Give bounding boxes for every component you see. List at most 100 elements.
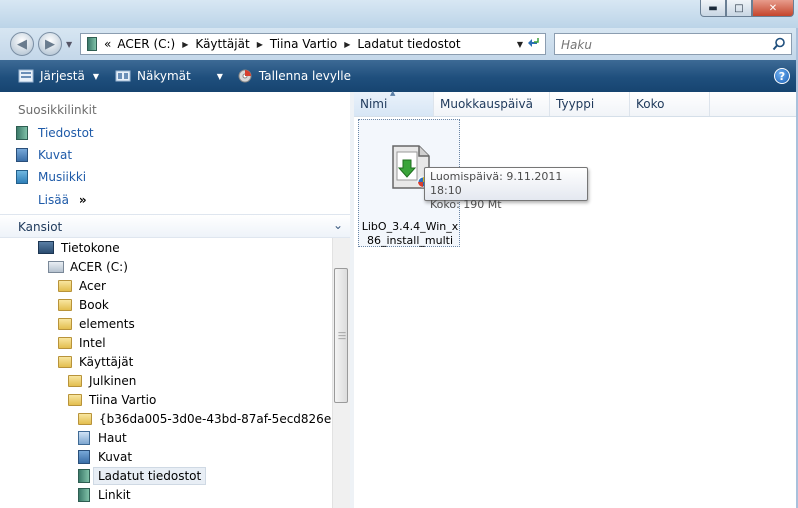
folder-icon: [58, 317, 72, 330]
sort-ascending-icon: ▲: [390, 89, 396, 97]
breadcrumb-separator-icon[interactable]: ▶: [178, 40, 192, 49]
tree-item-elements[interactable]: elements: [58, 314, 135, 333]
command-bar: Järjestä ▼ Näkymät ▼ Tallenna levylle ?: [0, 60, 798, 92]
tree-item-acer-drive[interactable]: ACER (C:): [48, 257, 128, 276]
address-dropdown-icon[interactable]: ▼: [517, 40, 523, 49]
tree-item-label: elements: [79, 316, 135, 331]
breadcrumb-acer[interactable]: ACER (C:): [114, 37, 178, 51]
help-icon[interactable]: ?: [774, 68, 790, 84]
chevron-down-icon: ▼: [92, 71, 100, 81]
column-name-label: Nimi: [360, 97, 388, 111]
breadcrumb-tiina-vartio[interactable]: Tiina Vartio: [267, 37, 340, 51]
favorite-documents[interactable]: Tiedostot: [16, 126, 94, 140]
column-date-modified[interactable]: Muokkauspäivä: [434, 92, 550, 116]
tooltip-size: Koko: 190 Mt: [430, 198, 502, 211]
forward-button[interactable]: ▶: [38, 32, 62, 56]
pictures-icon: [78, 449, 90, 464]
folder-icon: [78, 412, 92, 425]
breadcrumb-ladatut-tiedostot[interactable]: Ladatut tiedostot: [354, 37, 463, 51]
organize-icon: [18, 69, 34, 83]
views-label: Näkymät: [137, 69, 191, 83]
back-button[interactable]: ◀: [10, 32, 34, 56]
folder-tree-scrollbar[interactable]: — — —: [332, 238, 350, 508]
window-controls: ▬ □ ✕: [700, 0, 794, 18]
burn-button[interactable]: Tallenna levylle: [231, 63, 357, 89]
pictures-icon: [16, 148, 28, 162]
favorite-label: Kuvat: [38, 148, 73, 162]
music-icon: [16, 170, 28, 184]
scrollbar-thumb[interactable]: — — —: [334, 268, 348, 403]
title-bar: ▬ □ ✕: [0, 0, 798, 28]
tree-item-label: Julkinen: [89, 373, 137, 388]
tree-item-kayttajat[interactable]: Käyttäjät: [58, 352, 133, 371]
column-type[interactable]: Tyyppi: [550, 92, 630, 116]
folders-header[interactable]: Kansiot ⌄: [0, 214, 351, 238]
file-name: LibO_3.4.4_Win_x86_install_multi: [361, 220, 459, 247]
search-input[interactable]: [559, 36, 763, 54]
folder-icon: [58, 355, 72, 368]
favorite-links-header: Suosikkilinkit: [18, 103, 97, 117]
breadcrumb-kayttajat[interactable]: Käyttäjät: [192, 37, 252, 51]
more-chevron-icon: »: [78, 193, 87, 207]
tree-item-tiina-vartio[interactable]: Tiina Vartio: [68, 390, 156, 409]
folder-icon: [58, 279, 72, 292]
tree-item-label: Book: [79, 297, 109, 312]
search-box[interactable]: [554, 33, 792, 55]
column-headers: ▲ Nimi Muokkauspäivä Tyyppi Koko: [354, 89, 798, 117]
column-size-label: Koko: [636, 97, 665, 111]
tree-item-ladatut-tiedostot[interactable]: Ladatut tiedostot: [78, 466, 207, 485]
more-label: Lisää: [38, 193, 69, 207]
file-info-tooltip: Luomispäivä: 9.11.2011 18:10 Koko: 190 M…: [424, 167, 588, 211]
tree-item-label: Kuvat: [98, 449, 133, 464]
favorite-music[interactable]: Musiikki: [16, 170, 86, 184]
tree-item-label: Acer: [79, 278, 106, 293]
address-row: ◀ ▶ ▼ « ACER (C:) ▶ Käyttäjät ▶ Tiina Va…: [0, 28, 798, 60]
breadcrumb-separator-icon[interactable]: ▶: [340, 40, 354, 49]
folder-icon: [68, 374, 82, 387]
tree-item-intel[interactable]: Intel: [58, 333, 106, 352]
search-icon[interactable]: [772, 37, 786, 51]
address-overflow[interactable]: «: [101, 37, 114, 51]
computer-icon: [38, 241, 54, 254]
views-icon: [115, 70, 131, 82]
tree-item-acer[interactable]: Acer: [58, 276, 106, 295]
downloads-icon: [78, 468, 90, 483]
breadcrumb-separator-icon[interactable]: ▶: [253, 40, 267, 49]
grip-icon: — — —: [338, 328, 346, 343]
more-favorites-link[interactable]: Lisää »: [38, 193, 87, 207]
tree-item-julkinen[interactable]: Julkinen: [68, 371, 136, 390]
favorite-label: Tiedostot: [38, 126, 94, 140]
tree-item-label: {b36da005-3d0e-43bd-87af-5ecd826e56da}: [99, 411, 332, 426]
minimize-button[interactable]: ▬: [700, 0, 726, 17]
drive-icon: [48, 260, 64, 273]
folder-icon: [58, 298, 72, 311]
tree-item-guid-folder[interactable]: {b36da005-3d0e-43bd-87af-5ecd826e56da}: [78, 409, 332, 428]
favorite-pictures[interactable]: Kuvat: [16, 148, 72, 162]
tree-item-haut[interactable]: Haut: [78, 428, 127, 447]
tree-item-label: Haut: [98, 430, 127, 445]
tree-item-book[interactable]: Book: [58, 295, 109, 314]
chevron-down-icon: ⌄: [332, 218, 343, 232]
refresh-icon[interactable]: [524, 34, 542, 52]
tree-item-label: Käyttäjät: [79, 354, 134, 369]
close-button[interactable]: ✕: [752, 0, 794, 17]
file-list-pane[interactable]: ▲ Nimi Muokkauspäivä Tyyppi Koko LibO_3.…: [354, 89, 798, 508]
links-icon: [78, 487, 90, 502]
disc-burn-icon: [238, 69, 252, 83]
tooltip-created: Luomispäivä: 9.11.2011 18:10: [430, 170, 563, 197]
tree-item-kuvat[interactable]: Kuvat: [78, 447, 132, 466]
tree-item-label: Ladatut tiedostot: [93, 466, 207, 485]
maximize-button[interactable]: □: [726, 0, 752, 17]
address-bar[interactable]: « ACER (C:) ▶ Käyttäjät ▶ Tiina Vartio ▶…: [80, 33, 546, 55]
folder-tree: Tietokone ACER (C:) Acer Book elements I…: [0, 238, 332, 508]
organize-button[interactable]: Järjestä ▼: [12, 63, 105, 89]
column-type-label: Tyyppi: [556, 97, 595, 111]
views-button[interactable]: Näkymät ▼: [109, 63, 229, 89]
tree-item-tietokone[interactable]: Tietokone: [38, 238, 120, 257]
column-size[interactable]: Koko: [630, 92, 710, 116]
folder-icon: [58, 336, 72, 349]
column-name[interactable]: ▲ Nimi: [354, 89, 434, 116]
recent-pages-dropdown[interactable]: ▼: [66, 40, 72, 49]
burn-label: Tallenna levylle: [258, 69, 351, 83]
tree-item-linkit[interactable]: Linkit: [78, 485, 131, 504]
